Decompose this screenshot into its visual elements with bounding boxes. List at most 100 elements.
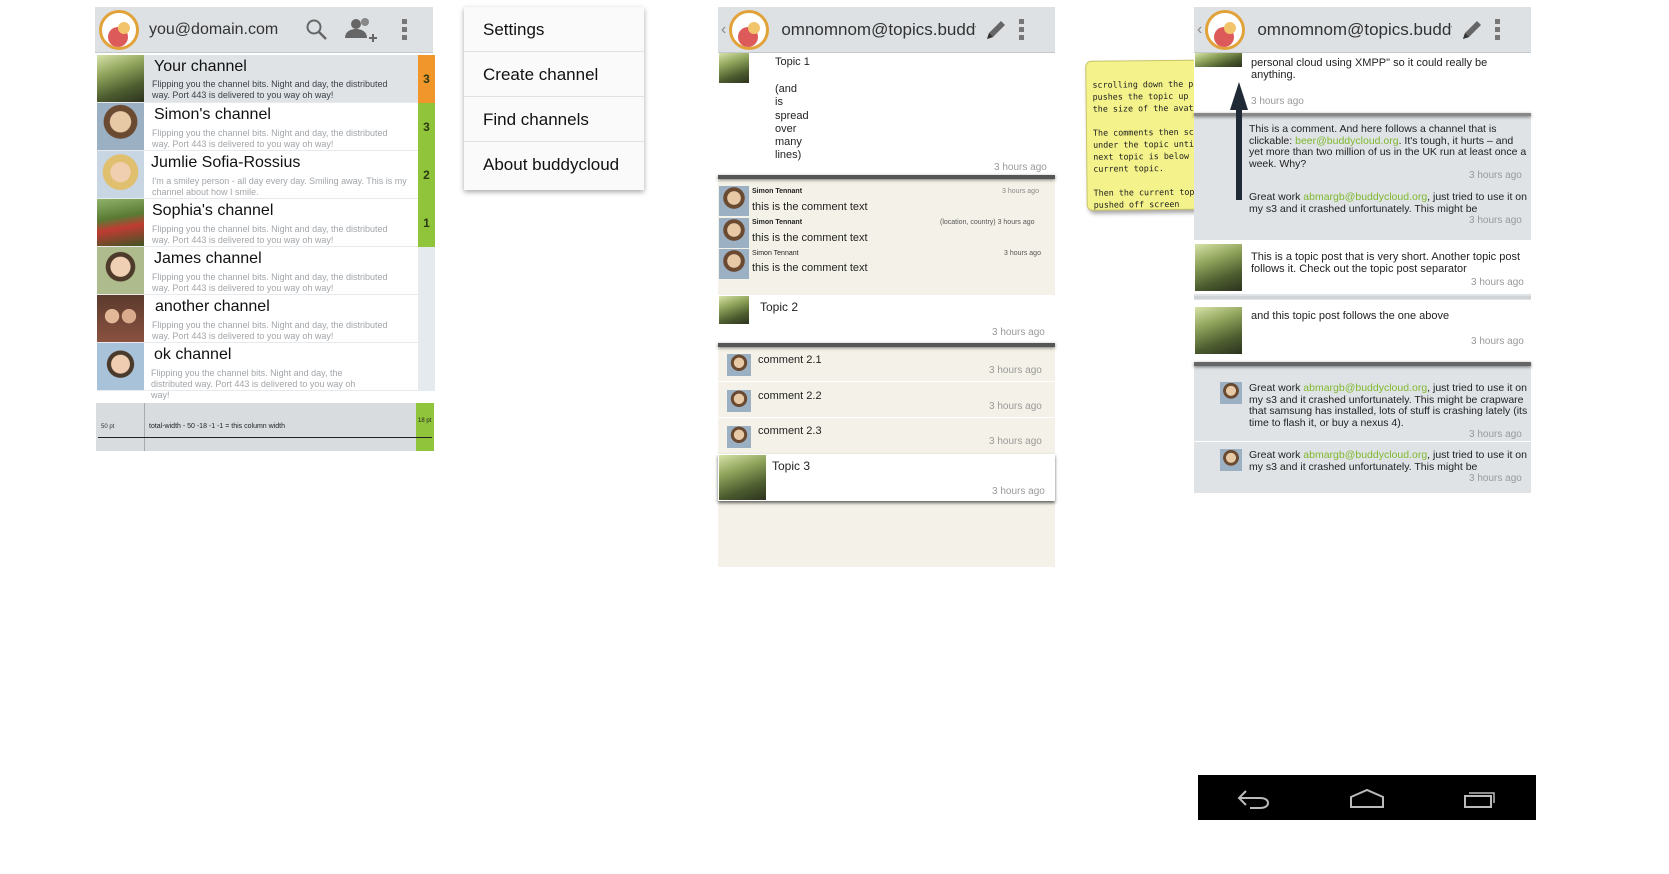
comment-text-part: Great work — [1249, 191, 1304, 203]
search-icon[interactable] — [305, 18, 329, 42]
pencil-icon[interactable] — [984, 18, 1008, 42]
overflow-menu-icon[interactable] — [1018, 19, 1024, 40]
channel-list-item[interactable]: Simon's channel Flipping you the channel … — [97, 103, 435, 151]
spec-middle-label: total-width - 50 -18 -1 -1 = this column… — [149, 423, 285, 430]
topic-avatar[interactable] — [1195, 307, 1242, 354]
comment-author[interactable]: Simon Tennant — [752, 219, 802, 226]
spec-left-label: 50 pt — [101, 424, 115, 430]
channel-name: James channel — [154, 250, 262, 267]
channel-name: Sophia's channel — [152, 202, 274, 219]
comment-avatar[interactable] — [719, 186, 749, 216]
topic-1-line: many — [775, 136, 802, 149]
comment-time: 3 hours ago — [989, 365, 1042, 376]
comment-text-part: Great work — [1249, 382, 1304, 394]
overflow-menu-icon[interactable] — [1494, 19, 1500, 40]
home-icon[interactable] — [1348, 787, 1386, 809]
channel-name: ok channel — [154, 346, 232, 363]
back-icon[interactable] — [1236, 787, 1272, 809]
topic-1-line: spread — [775, 109, 809, 122]
topic-2-avatar[interactable] — [719, 296, 749, 324]
comment-text: Great work abmargb@buddycloud.org, just … — [1249, 191, 1529, 215]
comment-avatar[interactable] — [719, 218, 749, 248]
topic-1-line: over — [775, 122, 797, 135]
channel-list-item[interactable]: Your channel Flipping you the channel bit… — [97, 55, 435, 103]
buddycloud-logo[interactable] — [1205, 9, 1246, 50]
back-icon[interactable]: ‹ — [721, 21, 726, 39]
channel-name: another channel — [155, 298, 270, 315]
back-icon[interactable]: ‹ — [1197, 21, 1202, 39]
comment-divider — [718, 381, 1055, 382]
channel-list-action-bar: you@domain.com — [95, 7, 433, 53]
topic-1-line: (and — [775, 83, 798, 95]
channel-avatar[interactable] — [97, 103, 144, 150]
comment-text: this is the comment text — [752, 201, 868, 213]
comment-time: 3 hours ago — [1469, 170, 1522, 181]
overflow-menu-icon[interactable] — [401, 19, 407, 40]
channel-list-item[interactable]: Sophia's channel Flipping you the channel… — [97, 199, 435, 247]
topic-time: 3 hours ago — [1471, 336, 1524, 347]
channel-avatar[interactable] — [97, 343, 144, 390]
channel-link[interactable]: abmargb@buddycloud.org — [1303, 382, 1427, 394]
menu-item-create-channel[interactable]: Create channel — [464, 52, 644, 97]
channel-avatar[interactable] — [97, 199, 144, 246]
comment-avatar[interactable] — [727, 390, 751, 412]
channel-link[interactable]: abmargb@buddycloud.org — [1303, 449, 1427, 461]
spec-divider — [144, 403, 145, 451]
topic-avatar[interactable] — [1195, 53, 1242, 67]
comment-info: 3 hours ago — [1002, 188, 1039, 195]
buddycloud-logo[interactable] — [729, 9, 770, 50]
channel-avatar[interactable] — [97, 247, 144, 294]
menu-item-settings[interactable]: Settings — [464, 7, 644, 52]
channel-avatar[interactable] — [97, 151, 144, 198]
channel-link[interactable]: abmargb@buddycloud.org — [1303, 191, 1427, 203]
channel-title: omnomnom@topics.buddy... — [781, 19, 977, 39]
topic-1-avatar[interactable] — [719, 53, 749, 83]
channel-description: Flipping you the channel bits. Night and… — [152, 224, 388, 245]
scroll-up-arrow-icon — [1230, 82, 1248, 200]
comment-time: 3 hours ago — [989, 436, 1042, 447]
channel-link[interactable]: beer@buddycloud.org — [1295, 135, 1398, 147]
comment-avatar[interactable] — [727, 354, 751, 376]
comment-text: comment 2.1 — [758, 354, 822, 366]
add-user-icon[interactable] — [343, 16, 377, 44]
spec-measure-line — [98, 437, 432, 438]
comment-author[interactable]: Simon Tennant — [752, 250, 799, 257]
channel-avatar[interactable] — [97, 55, 144, 102]
topic-separator — [718, 175, 1055, 179]
recent-apps-icon[interactable] — [1462, 787, 1498, 809]
menu-item-find-channels[interactable]: Find channels — [464, 97, 644, 142]
topic-2-title: Topic 2 — [760, 300, 799, 314]
comment-avatar[interactable] — [1220, 449, 1242, 471]
pencil-icon[interactable] — [1460, 18, 1484, 42]
channel-name: Your channel — [154, 58, 247, 75]
unread-count-badge — [418, 247, 435, 295]
topic-avatar[interactable] — [1195, 244, 1242, 291]
channel-list-item[interactable]: Jumlie Sofia-Rossius I'm a smiley person … — [97, 151, 435, 199]
comment-author[interactable]: Simon Tennant — [752, 188, 802, 195]
topic-action-bar: ‹ omnomnom@topics.buddy... — [718, 7, 1055, 53]
menu-item-about[interactable]: About buddycloud — [464, 142, 644, 187]
channel-list-item[interactable]: ok channel Flipping you the channel bits.… — [97, 343, 435, 400]
android-nav-bar — [1198, 775, 1536, 820]
topic-separator — [718, 343, 1055, 347]
comment-text: comment 2.3 — [758, 425, 822, 437]
comment-time: 3 hours ago — [1469, 429, 1522, 440]
comment-text: this is the comment text — [752, 262, 868, 274]
comment-text: This is a comment. And here follows a ch… — [1249, 123, 1529, 170]
comment-avatar[interactable] — [1220, 382, 1242, 404]
topic-1-card[interactable] — [718, 53, 1055, 175]
channel-description: Flipping you the channel bits. Night and… — [152, 320, 388, 341]
spec-right-label: 18 pt — [418, 418, 432, 424]
comment-text: this is the comment text — [752, 232, 868, 244]
topic-3-avatar[interactable] — [719, 455, 766, 500]
comment-avatar[interactable] — [727, 426, 751, 448]
channel-avatar[interactable] — [97, 295, 144, 342]
topic-1-time: 3 hours ago — [994, 162, 1047, 173]
buddycloud-logo[interactable] — [99, 9, 139, 50]
comment-avatar[interactable] — [719, 249, 749, 279]
channel-list-item[interactable]: another channel Flipping you the channel … — [97, 295, 435, 343]
comment-time: 3 hours ago — [1469, 473, 1522, 484]
unread-count-badge: 1 — [418, 199, 435, 247]
channel-list-item[interactable]: James channel Flipping you the channel bi… — [97, 247, 435, 295]
channel-description: Flipping you the channel bits. Night and… — [151, 368, 356, 400]
